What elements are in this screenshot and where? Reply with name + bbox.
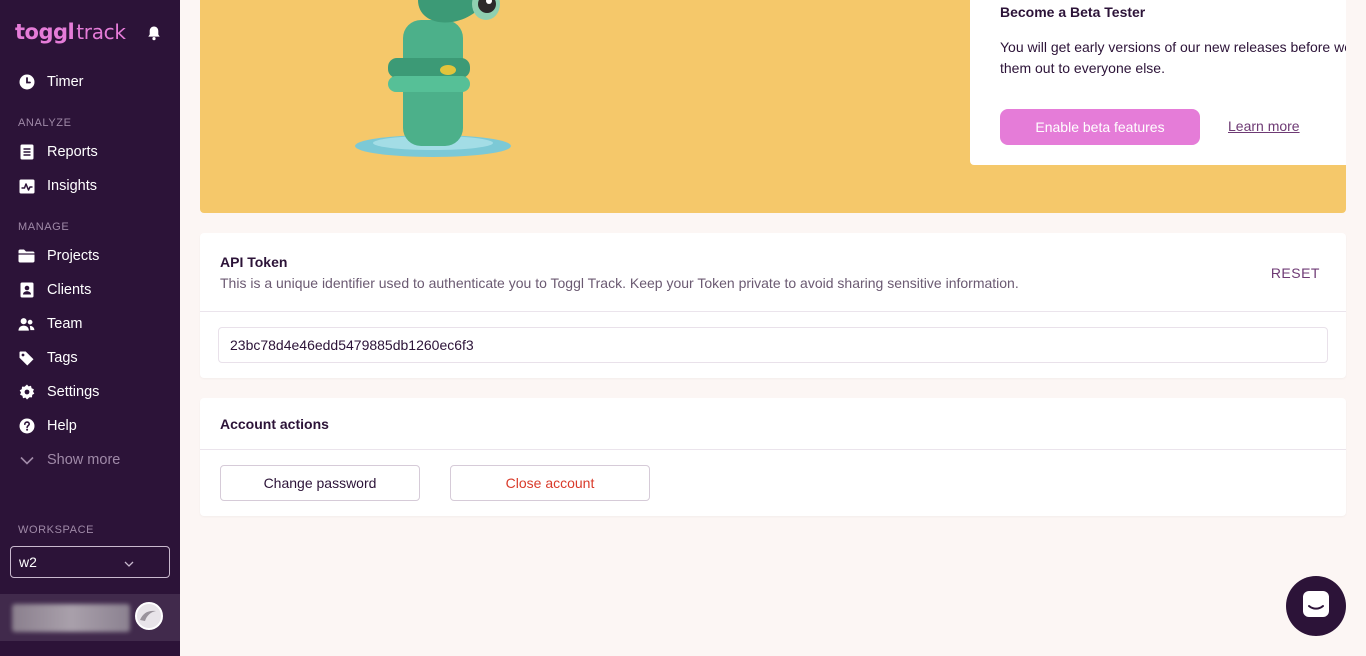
logo-text-toggl: toggl — [15, 20, 75, 44]
close-account-button[interactable]: Close account — [450, 465, 650, 501]
sidebar-item-label: Reports — [47, 144, 98, 160]
enable-beta-button[interactable]: Enable beta features — [1000, 109, 1200, 145]
chat-icon — [1302, 590, 1330, 623]
divider — [200, 449, 1346, 450]
sidebar: toggl track Timer ANALYZE Reports Insigh… — [0, 0, 180, 656]
beta-tester-banner: Become a Beta Tester You will get early … — [200, 0, 1346, 213]
mascot-illustration — [348, 0, 528, 170]
sidebar-item-timer[interactable]: Timer — [0, 67, 180, 97]
sidebar-item-label: Help — [47, 418, 77, 434]
client-card-icon — [18, 282, 35, 299]
learn-more-link[interactable]: Learn more — [1228, 118, 1300, 134]
chat-support-button[interactable] — [1286, 576, 1346, 636]
beta-title: Become a Beta Tester — [1000, 4, 1146, 20]
account-actions-card: Account actions Change password Close ac… — [200, 398, 1346, 516]
bell-icon[interactable] — [146, 25, 162, 41]
clock-icon — [18, 74, 35, 91]
api-token-description: This is a unique identifier used to auth… — [220, 275, 1019, 291]
sidebar-item-team[interactable]: Team — [0, 309, 180, 339]
reports-icon — [18, 144, 35, 161]
api-token-title: API Token — [220, 254, 288, 270]
reset-token-button[interactable]: RESET — [1271, 265, 1320, 281]
sidebar-item-label: Settings — [47, 384, 100, 400]
sidebar-item-help[interactable]: Help — [0, 411, 180, 441]
sidebar-item-label: Tags — [47, 350, 78, 366]
beta-description: You will get early versions of our new r… — [1000, 39, 1346, 76]
user-profile-row[interactable] — [0, 594, 180, 641]
user-name-redacted — [12, 604, 130, 632]
sidebar-item-label: Show more — [47, 452, 121, 468]
api-token-card: API Token This is a unique identifier us… — [200, 233, 1346, 378]
divider — [200, 311, 1346, 312]
tag-icon — [18, 350, 35, 367]
chevron-down-icon — [18, 452, 35, 469]
sidebar-item-reports[interactable]: Reports — [0, 137, 180, 167]
folder-icon — [18, 248, 35, 265]
workspace-select[interactable]: w2 — [10, 546, 170, 578]
sidebar-item-tags[interactable]: Tags — [0, 343, 180, 373]
sidebar-item-insights[interactable]: Insights — [0, 171, 180, 201]
sidebar-item-label: Team — [47, 316, 83, 332]
workspace-value: w2 — [19, 554, 37, 570]
sidebar-item-label: Insights — [47, 178, 97, 194]
sidebar-item-label: Timer — [47, 74, 84, 90]
toggl-track-logo[interactable]: toggl track — [15, 20, 126, 46]
gear-icon — [18, 384, 35, 401]
sidebar-show-more[interactable]: Show more — [0, 445, 180, 475]
sidebar-item-clients[interactable]: Clients — [0, 275, 180, 305]
beta-card: Become a Beta Tester You will get early … — [970, 0, 1346, 165]
logo-text-track: track — [76, 20, 126, 44]
team-icon — [18, 316, 35, 333]
api-token-field[interactable]: 23bc78d4e46edd5479885db1260ec6f3 — [218, 327, 1328, 363]
insights-icon — [18, 178, 35, 195]
sidebar-item-label: Projects — [47, 248, 100, 264]
account-actions-title: Account actions — [220, 416, 329, 432]
section-analyze-label: ANALYZE — [18, 117, 72, 129]
change-password-button[interactable]: Change password — [220, 465, 420, 501]
chevron-down-icon — [124, 555, 134, 571]
help-icon — [18, 418, 35, 435]
sidebar-item-settings[interactable]: Settings — [0, 377, 180, 407]
avatar — [135, 602, 163, 630]
sidebar-item-projects[interactable]: Projects — [0, 241, 180, 271]
section-manage-label: MANAGE — [18, 221, 70, 233]
section-workspace-label: WORKSPACE — [18, 524, 95, 536]
sidebar-item-label: Clients — [47, 282, 92, 298]
